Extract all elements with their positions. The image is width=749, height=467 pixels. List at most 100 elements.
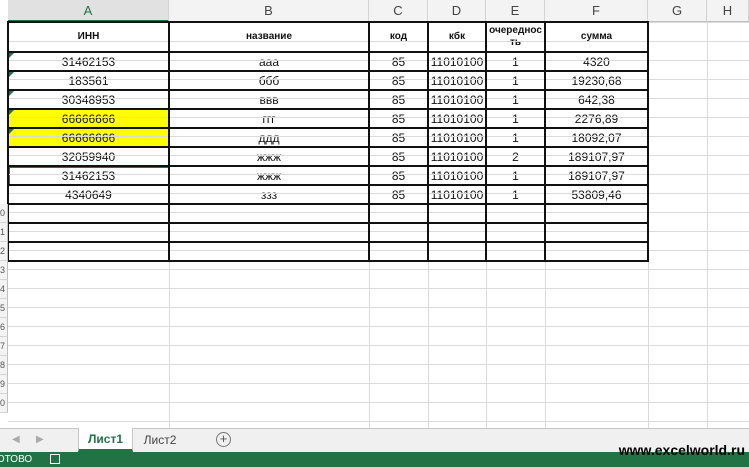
tab-list1[interactable]: Лист1 (78, 428, 133, 452)
cell-inn[interactable]: 32059940 (8, 147, 169, 166)
cell-code[interactable]: 85 (369, 90, 428, 109)
cell-kbk[interactable]: 11010100 (428, 185, 486, 204)
cell-kbk[interactable]: 11010100 (428, 52, 486, 71)
table-border (368, 21, 370, 261)
table-border (8, 108, 649, 110)
row-header[interactable]: 3 (0, 261, 8, 280)
active-cell-selection[interactable] (8, 166, 170, 186)
header-name[interactable]: название (169, 22, 369, 52)
cell-order[interactable]: 1 (486, 109, 545, 128)
cell-sum[interactable]: 642,38 (545, 90, 648, 109)
cell-name[interactable]: ззз (169, 185, 369, 204)
watermark-text: www.excelworld.ru (618, 442, 745, 458)
cell-code[interactable]: 85 (369, 109, 428, 128)
cell-sum[interactable]: 2276,89 (545, 109, 648, 128)
tab-scroll-left-icon[interactable]: ◀ (12, 434, 20, 445)
macro-record-icon[interactable] (50, 454, 60, 464)
gridline (8, 250, 749, 251)
row-header[interactable]: 7 (0, 337, 8, 356)
cell-kbk[interactable]: 11010100 (428, 147, 486, 166)
table-border (485, 21, 487, 261)
gridline (8, 345, 749, 346)
spreadsheet-grid[interactable]: A B C D E F G H ИНН название код кбк оче… (0, 0, 749, 428)
cell-order[interactable]: 1 (486, 71, 545, 90)
cell-code[interactable]: 85 (369, 128, 428, 147)
column-header-e[interactable]: E (486, 0, 545, 22)
cell-order[interactable]: 1 (486, 128, 545, 147)
cell-order[interactable]: 1 (486, 185, 545, 204)
row-header[interactable]: 2 (0, 242, 8, 261)
gridline (8, 60, 749, 61)
cell-sum[interactable]: 18092,07 (545, 128, 648, 147)
table-border (8, 241, 649, 243)
tab-list2[interactable]: Лист2 (135, 428, 185, 452)
cell-name[interactable]: ггг (169, 109, 369, 128)
table-border (8, 21, 649, 23)
cell-code[interactable]: 85 (369, 185, 428, 204)
gridline (8, 193, 749, 194)
cell-code[interactable]: 85 (369, 71, 428, 90)
row-header[interactable]: 8 (0, 356, 8, 375)
table-border (647, 21, 649, 261)
cell-code[interactable]: 85 (369, 52, 428, 71)
cell-kbk[interactable]: 11010100 (428, 128, 486, 147)
header-code[interactable]: код (369, 22, 428, 52)
column-header-a[interactable]: A (8, 0, 169, 22)
header-sum[interactable]: сумма (545, 22, 648, 52)
gridline (8, 364, 749, 365)
gridline (8, 307, 749, 308)
column-header-f[interactable]: F (545, 0, 648, 22)
cell-name[interactable]: ааа (169, 52, 369, 71)
row-header[interactable]: 5 (0, 299, 8, 318)
cell-sum[interactable]: 19230,68 (545, 71, 648, 90)
header-kbk[interactable]: кбк (428, 22, 486, 52)
cell-inn[interactable]: 66666666 (8, 109, 169, 128)
cell-inn[interactable]: 31462153 (8, 52, 169, 71)
table-border (8, 260, 649, 262)
cell-sum[interactable]: 4320 (545, 52, 648, 71)
column-header-g[interactable]: G (648, 0, 707, 22)
cell-name[interactable]: жжж (169, 147, 369, 166)
row-header[interactable]: 6 (0, 318, 8, 337)
cell-inn[interactable]: 4340649 (8, 185, 169, 204)
cell-kbk[interactable]: 11010100 (428, 166, 486, 185)
row-header[interactable]: 0 (0, 204, 8, 223)
cell-code[interactable]: 85 (369, 147, 428, 166)
cell-code[interactable]: 85 (369, 166, 428, 185)
tab-scroll-right-icon[interactable]: ▶ (36, 434, 44, 445)
header-order[interactable]: очередность (486, 22, 545, 52)
cell-inn[interactable]: 30348953 (8, 90, 169, 109)
gridline (8, 155, 749, 156)
cell-name[interactable]: жжж (169, 166, 369, 185)
cell-sum[interactable]: 189107,97 (545, 166, 648, 185)
cell-inn[interactable]: 183561 (8, 71, 169, 90)
header-inn[interactable]: ИНН (8, 22, 169, 52)
cell-name[interactable]: ввв (169, 90, 369, 109)
cell-name[interactable]: ббб (169, 71, 369, 90)
cell-sum[interactable]: 53809,46 (545, 185, 648, 204)
cell-name[interactable]: ддд (169, 128, 369, 147)
cell-order[interactable]: 1 (486, 52, 545, 71)
column-header-c[interactable]: C (369, 0, 428, 22)
column-header-d[interactable]: D (428, 0, 486, 22)
cell-kbk[interactable]: 11010100 (428, 109, 486, 128)
row-header[interactable]: 9 (0, 375, 8, 394)
cell-inn[interactable]: 66666666 (8, 128, 169, 147)
cell-kbk[interactable]: 11010100 (428, 71, 486, 90)
cell-order[interactable]: 1 (486, 166, 545, 185)
status-text: ГОТОВО (0, 454, 33, 465)
column-header-b[interactable]: B (169, 0, 369, 22)
row-header[interactable]: 4 (0, 280, 8, 299)
add-sheet-icon[interactable]: + (216, 432, 231, 447)
row-header[interactable]: 1 (0, 223, 8, 242)
column-header-h[interactable]: H (707, 0, 749, 22)
cell-order[interactable]: 1 (486, 90, 545, 109)
gridline (8, 98, 749, 99)
error-indicator-icon (9, 129, 14, 134)
cell-sum[interactable]: 189107,97 (545, 147, 648, 166)
row-header[interactable]: 0 (0, 394, 8, 413)
gridline (707, 22, 708, 428)
table-border (168, 21, 170, 261)
cell-order[interactable]: 2 (486, 147, 545, 166)
cell-kbk[interactable]: 11010100 (428, 90, 486, 109)
